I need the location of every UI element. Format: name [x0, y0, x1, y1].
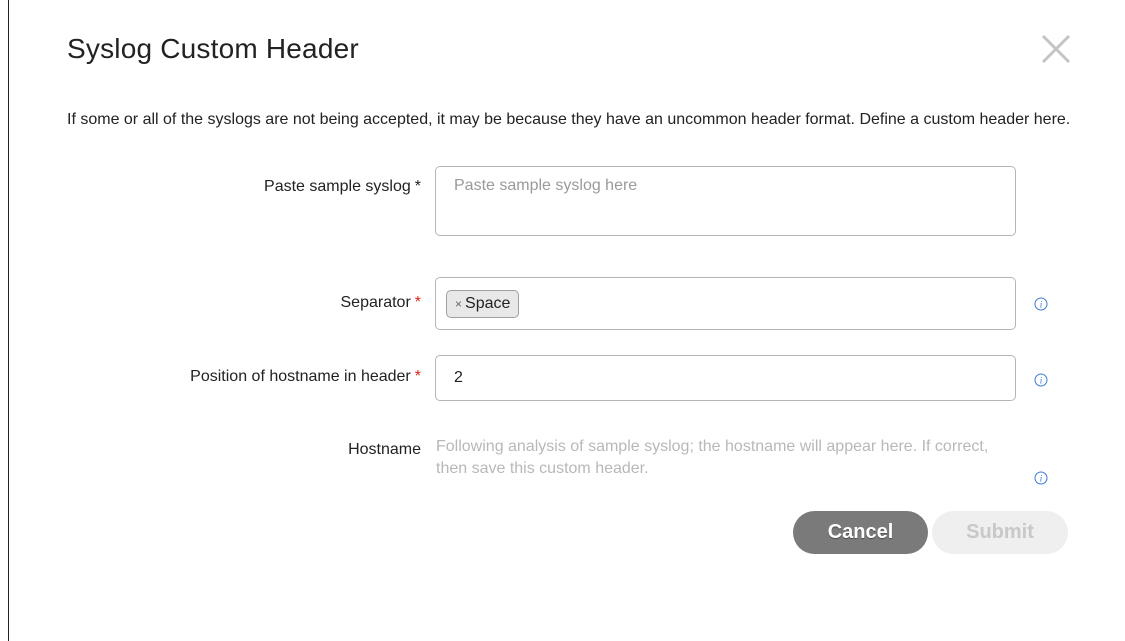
dialog-description: If some or all of the syslogs are not be… [67, 111, 1071, 128]
sample-syslog-textarea[interactable] [435, 166, 1016, 236]
separator-tag: × Space [446, 289, 520, 318]
info-icon[interactable]: i [1034, 373, 1048, 387]
required-marker: * [414, 178, 421, 195]
svg-text:i: i [1040, 474, 1043, 484]
separator-label-text: Separator [340, 294, 411, 311]
submit-button[interactable]: Submit [932, 511, 1068, 554]
svg-text:i: i [1040, 376, 1043, 386]
hostname-label: Hostname [348, 441, 421, 458]
info-icon[interactable]: i [1034, 297, 1048, 311]
position-input[interactable] [435, 355, 1016, 401]
hostname-hint: Following analysis of sample syslog; the… [436, 438, 989, 477]
dialog-title: Syslog Custom Header [67, 33, 359, 64]
cancel-button[interactable]: Cancel [793, 511, 928, 554]
required-marker: * [414, 294, 421, 311]
syslog-custom-header-dialog: Syslog Custom Header If some or all of t… [9, 0, 1125, 641]
separator-tag-label: Space [465, 294, 511, 312]
separator-label: Separator * [341, 294, 422, 312]
tag-remove-icon[interactable]: × [455, 297, 462, 311]
close-icon[interactable] [1039, 32, 1073, 66]
position-label-text: Position of hostname in header [190, 368, 411, 385]
info-icon[interactable]: i [1034, 471, 1048, 485]
separator-tag-input[interactable]: × Space [435, 277, 1016, 330]
required-marker: * [414, 368, 421, 385]
sample-syslog-label-text: Paste sample syslog [264, 178, 411, 195]
position-label: Position of hostname in header * [190, 368, 421, 386]
sample-syslog-label: Paste sample syslog * [264, 178, 421, 196]
svg-text:i: i [1040, 300, 1043, 310]
